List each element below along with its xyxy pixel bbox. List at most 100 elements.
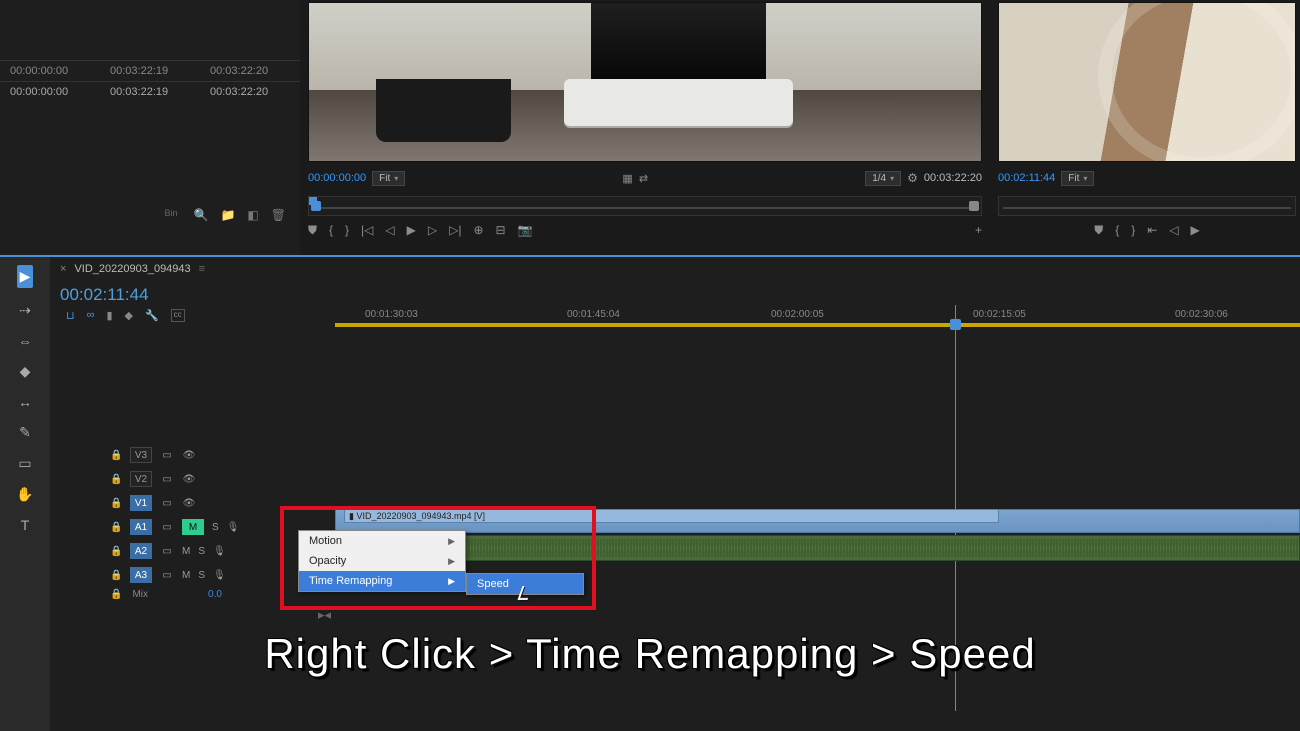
- search-icon[interactable]: 🔍: [194, 208, 209, 222]
- eye-icon[interactable]: 👁: [182, 474, 196, 485]
- track-v1[interactable]: V1: [130, 495, 152, 511]
- meta-cell: 00:03:22:20: [200, 60, 300, 81]
- track-v3[interactable]: V3: [130, 447, 152, 463]
- mark-in-icon[interactable]: ⛊: [1094, 223, 1103, 238]
- marker-icon[interactable]: ◆: [125, 309, 133, 322]
- eye-icon[interactable]: 👁: [182, 450, 196, 461]
- bracket-out-icon[interactable]: }: [1131, 223, 1135, 237]
- overlay-icon[interactable]: ⇄: [639, 172, 648, 185]
- mute-button[interactable]: M: [182, 519, 204, 535]
- go-to-in-icon[interactable]: ⇤: [1147, 223, 1157, 237]
- type-tool-icon[interactable]: T: [21, 517, 30, 533]
- rect-tool-icon[interactable]: ▭: [18, 455, 31, 472]
- play-icon[interactable]: ▶: [407, 223, 416, 237]
- lock-icon[interactable]: 🔒: [110, 498, 122, 509]
- bracket-out-icon[interactable]: }: [345, 223, 349, 237]
- step-back-icon[interactable]: ◁: [1169, 223, 1178, 237]
- track-v2[interactable]: V2: [130, 471, 152, 487]
- source-monitor: 00:00:00:00 Fit ▦ ⇄ 1/4 ⚙ 00:03:22:20 ⛊ …: [300, 0, 990, 255]
- ruler-tick: 00:02:15:05: [973, 309, 1026, 320]
- mic-icon[interactable]: 🎙: [213, 570, 226, 581]
- program-timecode[interactable]: 00:02:11:44: [998, 172, 1055, 184]
- lock-icon[interactable]: 🔒: [110, 450, 122, 461]
- marker-tool-icon[interactable]: ▮: [106, 309, 112, 322]
- audio-clip[interactable]: [335, 535, 1300, 561]
- lock-icon[interactable]: 🔒: [110, 474, 122, 485]
- track-select-tool-icon[interactable]: ⇢: [19, 302, 31, 319]
- snap-icon[interactable]: ⊔: [66, 309, 75, 322]
- slip-tool-icon[interactable]: ↔: [18, 394, 32, 410]
- step-fwd-icon[interactable]: ▷: [428, 223, 437, 237]
- new-item-icon[interactable]: ◧: [247, 208, 258, 222]
- wrench-icon[interactable]: 🔧: [145, 309, 159, 322]
- mic-icon[interactable]: 🎙: [213, 546, 226, 557]
- expand-track-icon[interactable]: ▸◂: [318, 607, 331, 623]
- menu-item-opacity[interactable]: Opacity▶: [299, 551, 465, 571]
- go-to-in-icon[interactable]: |◁: [361, 223, 373, 237]
- sync-lock-icon[interactable]: ▭: [160, 546, 174, 557]
- export-frame-icon[interactable]: 📷: [518, 223, 533, 237]
- solo-button[interactable]: S: [198, 546, 205, 557]
- mute-button[interactable]: M: [182, 570, 190, 581]
- video-clip[interactable]: ▮ VID_20220903_094943.mp4 [V]: [335, 509, 1300, 533]
- lock-icon[interactable]: 🔒: [110, 522, 122, 533]
- program-scrub-bar[interactable]: [998, 196, 1296, 216]
- go-to-out-icon[interactable]: ▷|: [449, 223, 461, 237]
- folder-icon[interactable]: 📁: [220, 208, 235, 222]
- program-zoom-dropdown[interactable]: Fit: [1061, 171, 1094, 186]
- cc-icon[interactable]: cc: [171, 309, 185, 322]
- sequence-tab[interactable]: VID_20220903_094943: [74, 263, 190, 275]
- solo-button[interactable]: S: [198, 570, 205, 581]
- mix-value[interactable]: 0.0: [208, 589, 222, 600]
- selection-tool-icon[interactable]: ▶: [17, 265, 34, 288]
- mute-button[interactable]: M: [182, 546, 190, 557]
- hand-tool-icon[interactable]: ✋: [16, 486, 33, 503]
- sync-lock-icon[interactable]: ▭: [160, 498, 174, 509]
- solo-button[interactable]: S: [212, 522, 219, 533]
- lock-icon[interactable]: 🔒: [110, 589, 122, 600]
- track-a1[interactable]: A1: [130, 519, 152, 535]
- bracket-in-icon[interactable]: {: [329, 223, 333, 237]
- settings-icon[interactable]: ⚙: [907, 171, 918, 185]
- mic-icon[interactable]: 🎙: [227, 522, 240, 533]
- time-ruler[interactable]: 00:01:30:03 00:01:45:04 00:02:00:05 00:0…: [335, 305, 1300, 327]
- step-back-icon[interactable]: ◁: [385, 223, 394, 237]
- mark-in-icon[interactable]: ⛊: [308, 223, 317, 238]
- track-a2[interactable]: A2: [130, 543, 152, 559]
- bracket-in-icon[interactable]: {: [1115, 223, 1119, 237]
- context-menu: Motion▶ Opacity▶ Time Remapping▶: [298, 530, 466, 592]
- insert-icon[interactable]: ⊕: [473, 223, 483, 237]
- link-icon[interactable]: ∞: [87, 309, 95, 322]
- source-zoom-dropdown[interactable]: Fit: [372, 171, 405, 186]
- source-scrub-bar[interactable]: [308, 196, 982, 216]
- eye-icon[interactable]: 👁: [182, 498, 196, 509]
- razor-tool-icon[interactable]: ◆: [20, 363, 31, 380]
- trash-icon[interactable]: 🗑: [271, 208, 286, 222]
- program-preview[interactable]: [998, 2, 1296, 162]
- menu-item-motion[interactable]: Motion▶: [299, 531, 465, 551]
- lock-icon[interactable]: 🔒: [110, 546, 122, 557]
- ripple-tool-icon[interactable]: ⇔: [18, 333, 32, 349]
- menu-item-time-remapping[interactable]: Time Remapping▶: [299, 571, 465, 591]
- source-quality-dropdown[interactable]: 1/4: [865, 171, 901, 186]
- sync-lock-icon[interactable]: ▭: [160, 570, 174, 581]
- lock-icon[interactable]: 🔒: [110, 570, 122, 581]
- cursor-icon: [520, 586, 534, 604]
- safe-margins-icon[interactable]: ▦: [622, 172, 632, 185]
- sync-lock-icon[interactable]: ▭: [160, 474, 174, 485]
- meta-cell: 00:03:22:20: [200, 81, 300, 102]
- sync-lock-icon[interactable]: ▭: [160, 450, 174, 461]
- pen-tool-icon[interactable]: ✎: [19, 424, 31, 441]
- close-tab-icon[interactable]: ×: [60, 263, 66, 275]
- track-a3[interactable]: A3: [130, 567, 152, 583]
- timeline-playhead-timecode[interactable]: 00:02:11:44: [60, 285, 149, 305]
- source-timecode[interactable]: 00:00:00:00: [308, 172, 366, 184]
- add-button-icon[interactable]: +: [975, 223, 982, 237]
- tab-menu-icon[interactable]: ≡: [199, 263, 205, 275]
- source-preview[interactable]: [308, 2, 982, 162]
- clip-header-label: ▮ VID_20220903_094943.mp4 [V]: [344, 509, 999, 523]
- sync-lock-icon[interactable]: ▭: [160, 522, 174, 533]
- overwrite-icon[interactable]: ⊟: [496, 223, 506, 237]
- meta-cell: 00:03:22:19: [100, 60, 200, 81]
- play-icon[interactable]: ▶: [1191, 223, 1200, 237]
